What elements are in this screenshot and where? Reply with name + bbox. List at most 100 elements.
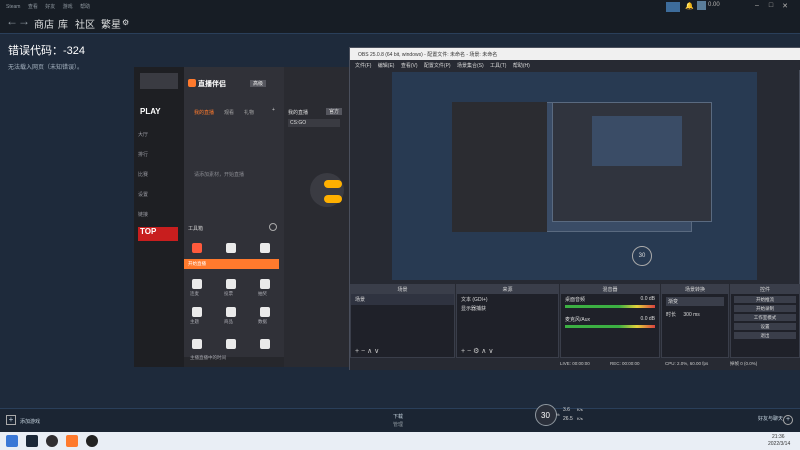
obs-app-taskbar-icon[interactable] [86,435,98,447]
wheel-btn-2[interactable] [324,195,342,203]
speed-up-unit: K/s [577,407,583,412]
source-item-display[interactable]: 显示器捕获 [457,305,558,312]
add-game-button[interactable]: 添加游戏 [20,418,40,425]
menu-games[interactable]: 游戏 [63,3,73,10]
danmu-icon[interactable] [192,243,202,253]
preview-nested-2 [592,116,682,166]
obs-taskbar-icon[interactable] [46,435,58,447]
status-dropped: 掉帧 0 (0.0%) [730,361,758,366]
lottery-icon[interactable] [260,279,270,289]
wallet-balance[interactable]: 0.00 [708,2,720,8]
data-icon[interactable] [260,307,270,317]
close-icon[interactable]: ✕ [780,2,790,10]
vote-icon[interactable] [226,279,236,289]
notification-icon[interactable]: 🔔 [685,2,694,10]
back-arrow-icon[interactable]: ← [6,14,18,28]
pk-icon[interactable] [192,339,202,349]
speed-widget[interactable]: 30 [535,404,557,426]
transition-duration-value[interactable]: 300 ms [683,312,699,318]
transition-select[interactable]: 渐变 [666,297,724,306]
obs-menu-help[interactable]: 帮助(H) [513,62,530,69]
tab-gift[interactable]: 礼物 [244,109,254,116]
sidebar-item-match[interactable]: 比赛 [138,171,148,178]
menu-view[interactable]: 查看 [28,3,38,10]
steam-bottom-bar: + 添加游戏 下载 管理 好友与聊天 + [0,408,800,432]
broadcast-icon[interactable] [666,2,680,12]
obs-menu-profile[interactable]: 配置文件(P) [424,62,451,69]
speed-percent: 30 [541,411,550,420]
sources-dock-controls[interactable]: + − ⚙ ∧ ∨ [461,347,493,355]
live-companion-taskbar-icon[interactable] [66,435,78,447]
game-selector[interactable]: CS:GO [288,119,340,127]
menu-friends[interactable]: 好友 [45,3,55,10]
preview-nested-live [452,102,547,232]
controls-dock-title: 控件 [731,285,799,294]
mixer-meter-mic [565,325,655,328]
tool-label-1: 连麦 [190,291,199,296]
steam-nav-bar: ← → 商店 库 社区 繁星 ⚙ 🔔 0.00 – □ ✕ [0,1,800,34]
sidebar-item-rank[interactable]: 排行 [138,151,148,158]
add-game-icon[interactable]: + [6,415,16,425]
start-record-button[interactable]: 开始录制 [734,305,796,312]
nav-user[interactable]: 繁星 [101,16,121,31]
start-stream-button[interactable]: 开始推流 [734,296,796,303]
tool-label-4: 主题 [190,319,199,324]
gift-icon[interactable] [226,243,236,253]
exit-button[interactable]: 退出 [734,332,796,339]
mic-link-icon[interactable] [192,279,202,289]
obs-menu-bar: 文件(F) 编辑(E) 查看(V) 配置文件(P) 场景集合(S) 工具(T) … [350,60,800,70]
gear-icon[interactable]: ⚙ [122,18,129,27]
theme-icon[interactable] [192,307,202,317]
nav-library[interactable]: 库 [58,16,68,31]
control-icon[interactable] [260,243,270,253]
sidebar-item-settings[interactable]: 设置 [138,191,148,198]
obs-menu-view[interactable]: 查看(V) [401,62,418,69]
premium-badge[interactable]: 高级 [250,80,267,87]
menu-help[interactable]: 帮助 [80,3,90,10]
tab-watch[interactable]: 观看 [224,109,234,116]
obs-menu-file[interactable]: 文件(F) [355,62,371,69]
downloads-sub[interactable]: 管理 [393,421,403,428]
wheel-btn-1[interactable] [324,180,342,188]
menu-steam[interactable]: Steam [6,4,20,10]
obs-menu-edit[interactable]: 编辑(E) [378,62,395,69]
windows-start-icon[interactable] [6,435,18,447]
tool-label-6: 数据 [258,319,267,324]
sources-dock-title: 来源 [457,285,558,294]
sidebar-item-link[interactable]: 链接 [138,211,148,218]
source-item-text[interactable]: 文本 (GDI+) [457,294,558,305]
avatar[interactable] [697,1,706,10]
status-live: LIVE: 00:00:00 [560,361,590,366]
lucky-bag-icon[interactable] [226,339,236,349]
scenes-dock-controls[interactable]: + − ∧ ∨ [355,347,379,355]
add-tab-button[interactable]: + [272,107,275,113]
maximize-icon[interactable]: □ [766,2,776,10]
friends-chat-icon[interactable]: + [783,415,793,425]
studio-mode-button[interactable]: 工作室模式 [734,314,796,321]
mixer-track-mic: 麦克风/Aux 0.0 dB [561,308,659,325]
obs-menu-scenes[interactable]: 场景集合(S) [457,62,484,69]
friends-chat-button[interactable]: 好友与聊天 [758,415,783,422]
forward-arrow-icon[interactable]: → [18,14,30,28]
obs-preview[interactable]: 30 [392,72,757,280]
nav-store[interactable]: 商店 [34,16,54,31]
toolbox-title: 工具箱 [188,226,204,232]
play-label[interactable]: PLAY [140,107,161,116]
minimize-icon[interactable]: – [752,2,762,10]
nav-community[interactable]: 社区 [75,16,95,31]
scene-item[interactable]: 场景 [351,294,454,305]
start-live-bar[interactable]: 开始直播 [184,259,279,269]
settings-button[interactable]: 设置 [734,323,796,330]
more-icon[interactable] [269,223,277,231]
mixer-track-mic-db: 0.0 dB [640,316,655,322]
steam-taskbar-icon[interactable] [26,435,38,447]
official-badge[interactable]: 官方 [326,108,343,115]
goods-icon[interactable] [226,307,236,317]
downloads-label[interactable]: 下载 [393,413,403,420]
obs-menu-tools[interactable]: 工具(T) [490,62,506,69]
speed-up: 3.6 [563,407,570,413]
obs-window: OBS 25.0.8 (64 bit, windows) - 配置文件: 未命名… [349,47,800,370]
settings-tool-icon[interactable] [260,339,270,349]
tab-my-live[interactable]: 我的直播 [194,109,214,116]
sidebar-item-lobby[interactable]: 大厅 [138,131,148,138]
